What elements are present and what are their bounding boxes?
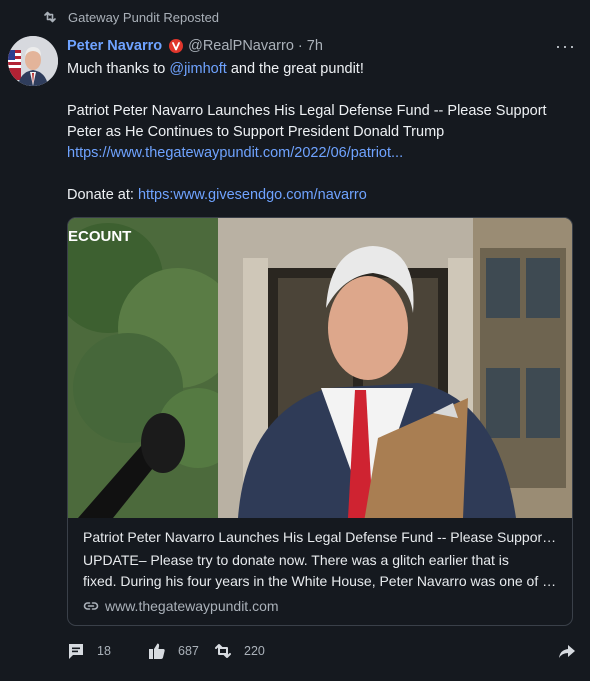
author-name[interactable]: Peter Navarro <box>67 38 162 54</box>
repost-count: 220 <box>244 644 265 658</box>
card-info: Patriot Peter Navarro Launches His Legal… <box>68 518 572 625</box>
like-count: 687 <box>178 644 199 658</box>
link-preview-card[interactable]: ECOUNT Patriot Peter Navarro Launches Hi… <box>67 217 573 626</box>
post-text: Much thanks to <box>67 61 170 77</box>
share-button[interactable] <box>558 642 576 660</box>
repost-label: Gateway Pundit Reposted <box>68 9 220 25</box>
verified-badge-icon <box>169 39 184 53</box>
post-text: and the great pundit! <box>226 61 364 77</box>
reply-icon <box>69 644 83 659</box>
more-options-button[interactable]: ··· <box>555 37 576 55</box>
donate-link[interactable]: https:www.givesendgo.com/navarro <box>138 187 367 203</box>
reply-count: 18 <box>97 644 111 658</box>
card-domain: www.thegatewaypundit.com <box>83 598 559 614</box>
post-line: Peter as He Continues to Support Preside… <box>67 124 445 140</box>
repost-icon <box>44 11 56 23</box>
article-link[interactable]: https://www.thegatewaypundit.com/2022/06… <box>67 145 403 161</box>
repost-button[interactable]: 220 <box>214 642 294 660</box>
thumbs-up-icon <box>149 643 165 659</box>
author-handle[interactable]: @RealPNavarro <box>188 38 294 54</box>
card-domain-text: www.thegatewaypundit.com <box>105 598 279 614</box>
post-line: Donate at: https:www.givesendgo.com/nava… <box>67 185 576 206</box>
repost-icon <box>215 644 231 658</box>
repost-indicator: Gateway Pundit Reposted <box>42 9 219 25</box>
like-button[interactable]: 687 <box>148 642 214 660</box>
post-header: Peter Navarro @RealPNavarro · 7h ··· <box>67 36 576 56</box>
link-icon <box>83 602 99 610</box>
post-body: Much thanks to @jimhoft and the great pu… <box>67 59 576 206</box>
post-text: Donate at: <box>67 187 138 203</box>
card-image: ECOUNT <box>68 218 572 518</box>
share-arrow-icon <box>559 645 575 658</box>
post-line: Patriot Peter Navarro Launches His Legal… <box>67 103 547 119</box>
separator: · <box>297 38 303 54</box>
post-time[interactable]: 7h <box>307 38 323 54</box>
reply-button[interactable]: 18 <box>67 642 148 660</box>
card-description: fixed. During his four years in the Whit… <box>83 573 559 589</box>
card-description: UPDATE– Please try to donate now. There … <box>83 552 509 568</box>
mention-link[interactable]: @jimhoft <box>169 61 226 77</box>
action-bar: 18 687 220 <box>67 640 576 662</box>
avatar[interactable] <box>8 36 58 86</box>
image-caption-text: ECOUNT <box>68 228 131 245</box>
post-line: Much thanks to @jimhoft and the great pu… <box>67 59 576 80</box>
card-title: Patriot Peter Navarro Launches His Legal… <box>83 529 559 545</box>
